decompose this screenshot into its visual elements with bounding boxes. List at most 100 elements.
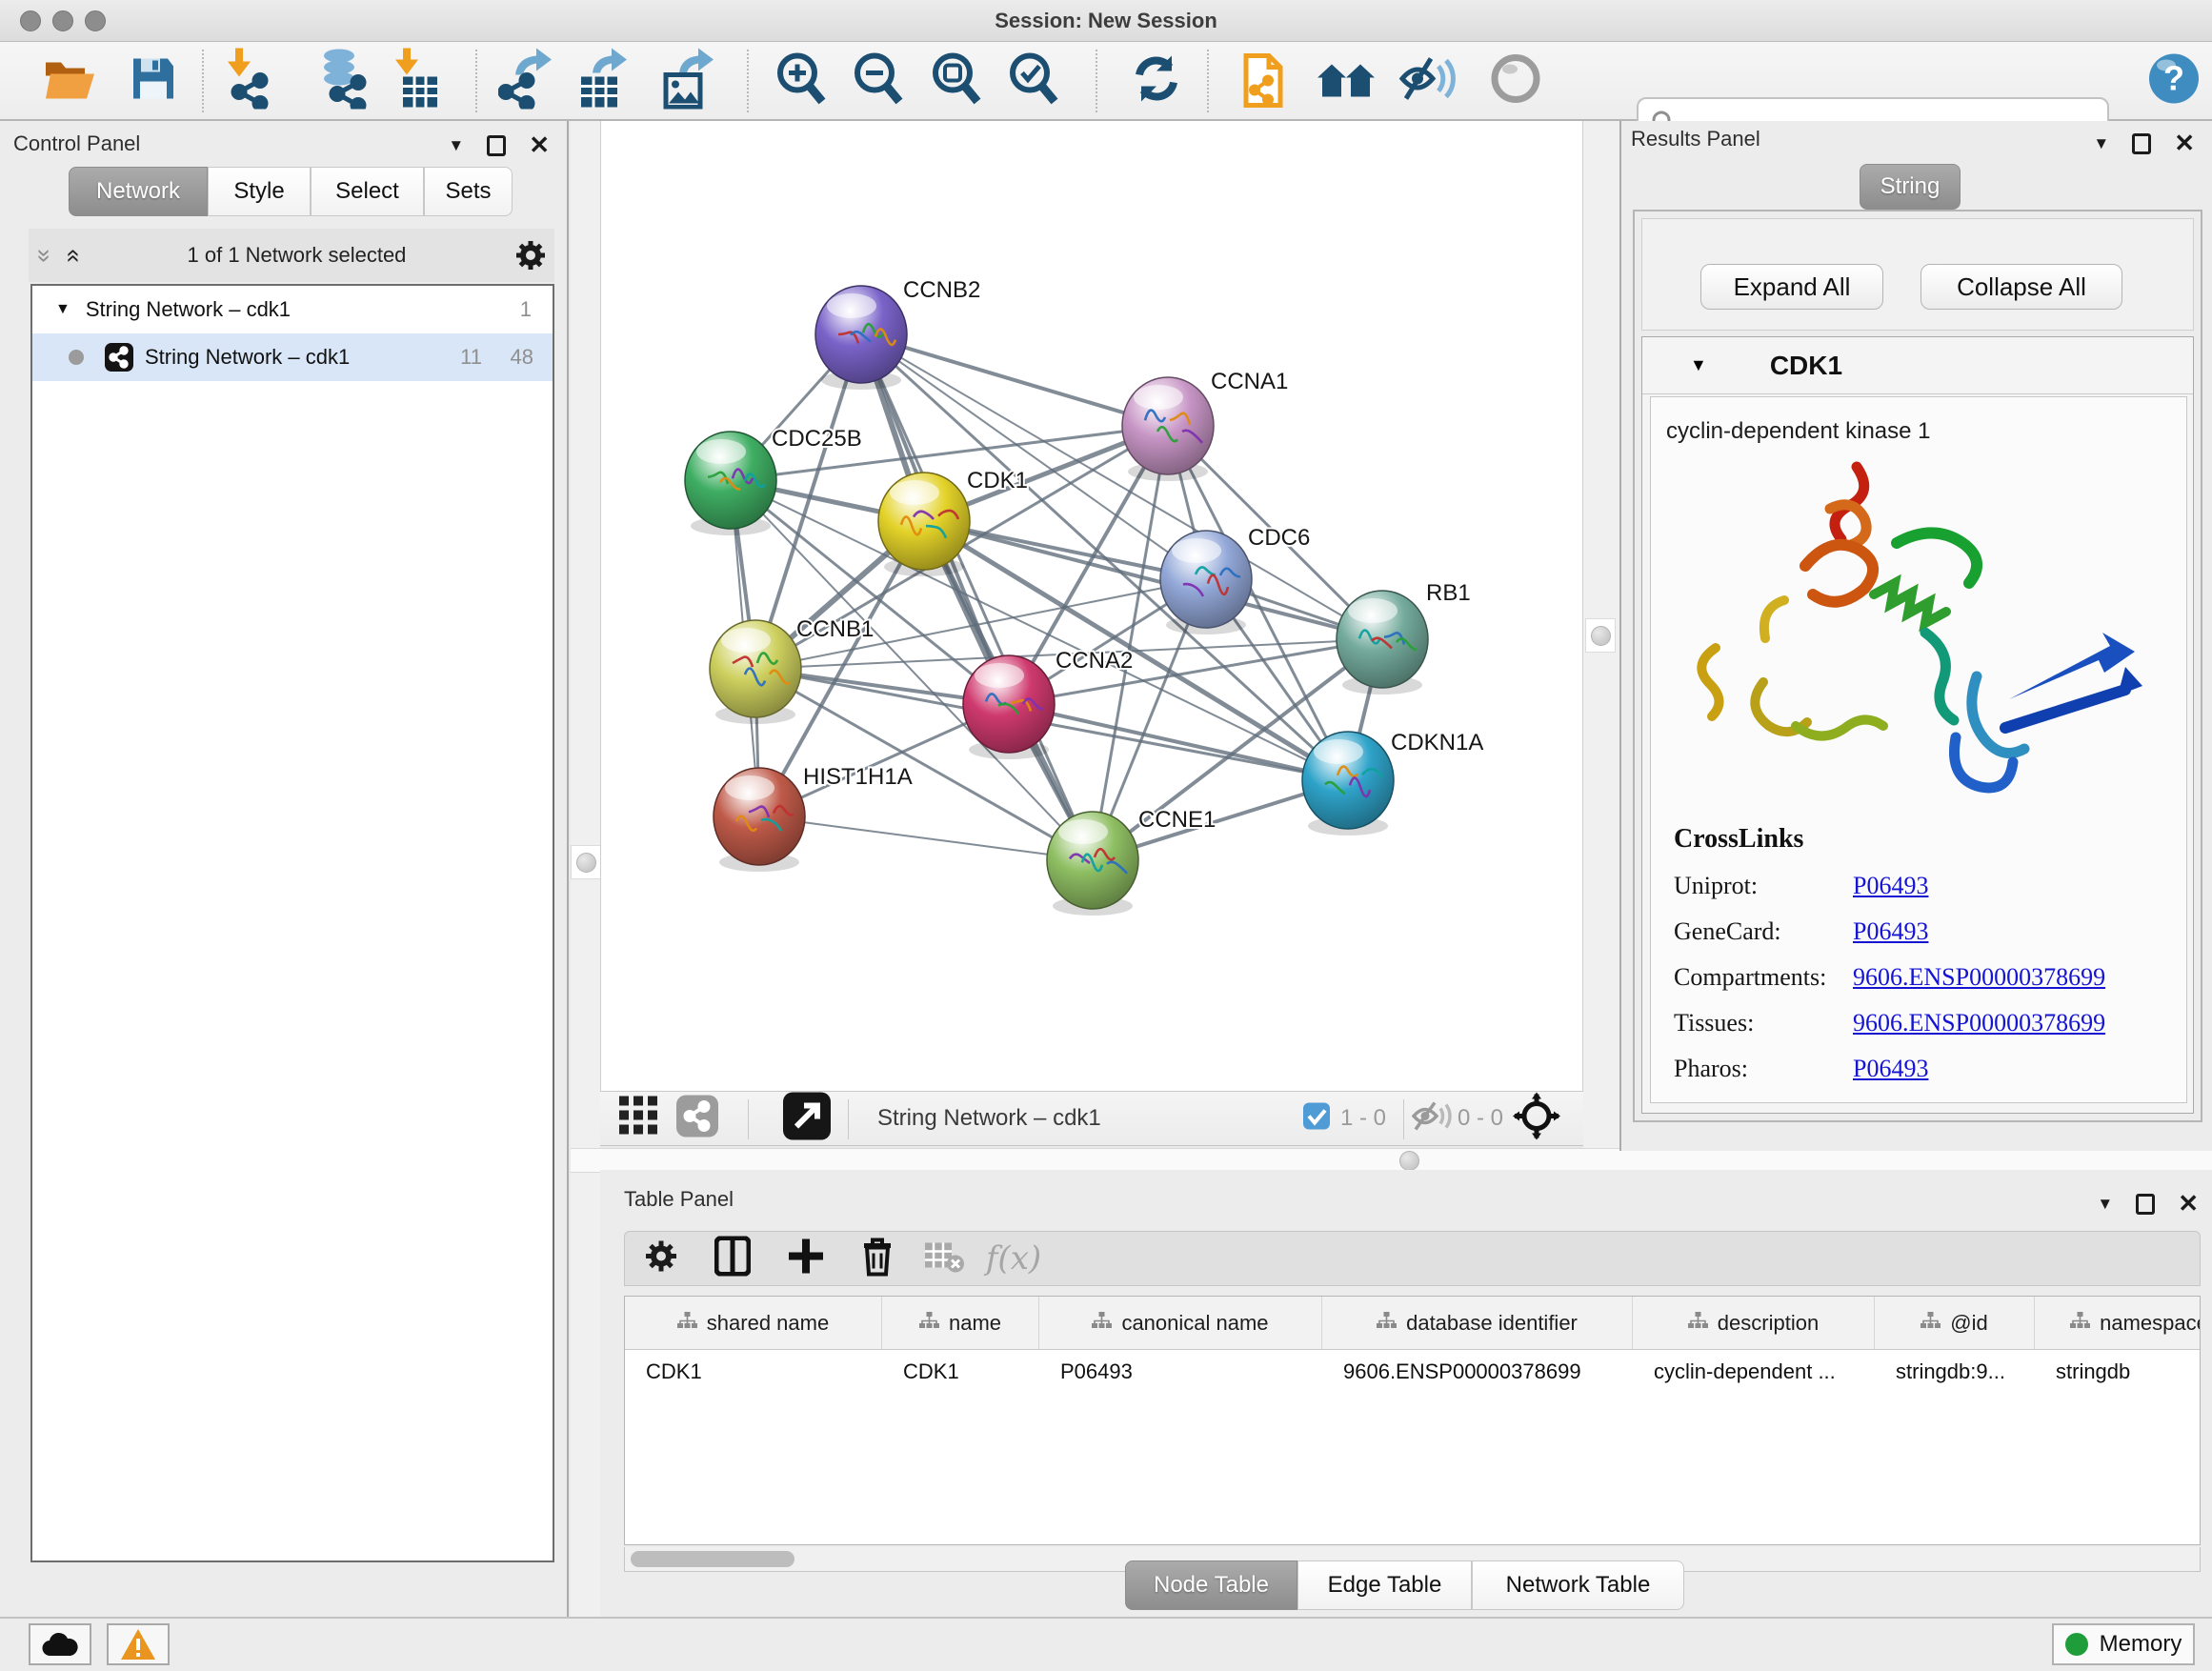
import-network-from-database-icon[interactable]: [312, 48, 372, 113]
table-cell[interactable]: P06493: [1039, 1350, 1322, 1394]
tab-string[interactable]: String: [1860, 164, 1961, 210]
network-edge[interactable]: [1009, 704, 1348, 780]
table-cell[interactable]: CDK1: [625, 1350, 882, 1394]
show-columns-icon[interactable]: [714, 1237, 751, 1281]
network-node-ccna2[interactable]: CCNA2: [963, 648, 1133, 759]
left-splitter-handle[interactable]: [571, 845, 601, 879]
hidden-eye-slash-icon[interactable]: [1412, 1099, 1452, 1138]
table-panel-collapse-icon[interactable]: ▼: [2097, 1195, 2113, 1214]
right-splitter-handle[interactable]: [1585, 618, 1616, 653]
show-hide-glass-icon[interactable]: [1398, 52, 1456, 109]
memory-button[interactable]: Memory: [2052, 1623, 2195, 1665]
open-in-new-window-icon[interactable]: [783, 1093, 831, 1145]
expand-all-networks-icon[interactable]: »: [57, 249, 87, 262]
right-splitter[interactable]: [1583, 121, 1619, 1151]
left-splitter[interactable]: [571, 121, 600, 1617]
network-node-ccnb2[interactable]: CCNB2: [815, 277, 980, 390]
network-edge[interactable]: [861, 334, 1168, 426]
tab-node-table[interactable]: Node Table: [1125, 1560, 1297, 1610]
save-session-icon[interactable]: [130, 54, 177, 107]
table-gear-icon[interactable]: [644, 1239, 678, 1278]
results-panel-float-icon[interactable]: [2132, 133, 2151, 154]
eye-sphere-icon[interactable]: [1490, 52, 1541, 109]
zoom-in-icon[interactable]: [773, 50, 830, 111]
export-table-icon[interactable]: [575, 48, 631, 113]
crosslink-link[interactable]: P06493: [1853, 1055, 1928, 1083]
table-panel-close-icon[interactable]: ✕: [2178, 1189, 2199, 1218]
import-table-icon[interactable]: [393, 48, 439, 113]
gene-section-header[interactable]: ▼ CDK1: [1642, 337, 2193, 394]
import-network-icon[interactable]: [222, 48, 275, 113]
results-panel-collapse-icon[interactable]: ▼: [2093, 134, 2109, 153]
tab-network[interactable]: Network: [69, 167, 208, 216]
table-scrollbar-thumb[interactable]: [631, 1551, 794, 1567]
export-network-icon[interactable]: [498, 48, 553, 113]
table-cell[interactable]: CDK1: [882, 1350, 1039, 1394]
help-icon[interactable]: ?: [2147, 51, 2201, 110]
table-cell[interactable]: stringdb: [2035, 1350, 2201, 1394]
birds-eye-view-icon[interactable]: [619, 1097, 659, 1141]
cloud-status-button[interactable]: [29, 1623, 91, 1665]
delete-column-icon[interactable]: [860, 1237, 895, 1281]
column-header-database-identifier[interactable]: database identifier: [1322, 1297, 1633, 1349]
network-collection-row[interactable]: ▼ String Network – cdk1 1: [32, 286, 553, 333]
bottom-splitter-handle[interactable]: [1399, 1151, 1419, 1171]
table-panel-float-icon[interactable]: [2136, 1194, 2155, 1215]
crosslink-link[interactable]: P06493: [1853, 872, 1928, 900]
zoom-selected-icon[interactable]: [1005, 50, 1062, 111]
column-header-name[interactable]: name: [882, 1297, 1039, 1349]
control-panel-close-icon[interactable]: ✕: [529, 131, 550, 160]
collapse-all-button[interactable]: Collapse All: [1920, 264, 2122, 310]
network-node-ccne1[interactable]: CCNE1: [1047, 807, 1216, 916]
control-panel-collapse-icon[interactable]: ▼: [448, 136, 464, 155]
column-header-description[interactable]: description: [1633, 1297, 1875, 1349]
zoom-out-icon[interactable]: [850, 50, 907, 111]
results-panel-close-icon[interactable]: ✕: [2174, 129, 2195, 158]
crosslink-link[interactable]: P06493: [1853, 917, 1928, 946]
delete-table-icon[interactable]: [923, 1239, 965, 1278]
table-cell[interactable]: cyclin-dependent ...: [1633, 1350, 1875, 1394]
function-builder-icon[interactable]: f(x): [986, 1239, 1041, 1278]
refresh-icon[interactable]: [1130, 51, 1183, 110]
network-options-gear-icon[interactable]: [514, 239, 547, 272]
zoom-fit-icon[interactable]: [928, 50, 985, 111]
string-document-icon[interactable]: [1237, 48, 1288, 113]
export-image-icon[interactable]: [660, 48, 715, 113]
gene-collapse-icon[interactable]: ▼: [1690, 355, 1707, 375]
string-home-icon[interactable]: [1316, 54, 1377, 107]
warning-status-button[interactable]: [107, 1623, 170, 1665]
collapse-all-networks-icon[interactable]: »: [30, 249, 60, 262]
network-node-cdc25b[interactable]: CDC25B: [685, 426, 862, 535]
table-cell[interactable]: stringdb:9...: [1875, 1350, 2035, 1394]
column-header--id[interactable]: @id: [1875, 1297, 2035, 1349]
tab-select[interactable]: Select: [311, 167, 424, 216]
network-edge[interactable]: [759, 816, 1093, 860]
add-column-icon[interactable]: [787, 1238, 825, 1280]
network-node-ccnb1[interactable]: CCNB1: [710, 616, 874, 724]
network-canvas[interactable]: CCNB2CCNA1CDC25BCDK1CDC6RB1CCNB1CCNA2CDK…: [600, 121, 1583, 1091]
crosslink-link[interactable]: 9606.ENSP00000378699: [1853, 1009, 2105, 1037]
open-session-icon[interactable]: [43, 54, 98, 107]
column-header-canonical-name[interactable]: canonical name: [1039, 1297, 1322, 1349]
tab-network-table[interactable]: Network Table: [1472, 1560, 1684, 1610]
selected-checkbox-icon[interactable]: [1303, 1103, 1330, 1135]
expand-all-button[interactable]: Expand All: [1700, 264, 1883, 310]
collection-expand-icon[interactable]: ▼: [55, 301, 70, 318]
network-row[interactable]: String Network – cdk1 11 48: [32, 333, 553, 381]
table-row[interactable]: CDK1CDK1P064939606.ENSP00000378699cyclin…: [625, 1350, 2201, 1394]
tab-style[interactable]: Style: [208, 167, 311, 216]
tab-sets[interactable]: Sets: [424, 167, 513, 216]
network-graph[interactable]: CCNB2CCNA1CDC25BCDK1CDC6RB1CCNB1CCNA2CDK…: [601, 121, 1584, 1091]
network-node-cdc6[interactable]: CDC6: [1160, 525, 1310, 634]
network-node-cdkn1a[interactable]: CDKN1A: [1302, 730, 1483, 836]
network-node-rb1[interactable]: RB1: [1337, 580, 1471, 695]
network-node-hist1h1a[interactable]: HIST1H1A: [714, 764, 913, 872]
control-panel-float-icon[interactable]: [487, 135, 506, 156]
column-header-shared-name[interactable]: shared name: [625, 1297, 882, 1349]
crosslink-link[interactable]: 9606.ENSP00000378699: [1853, 963, 2105, 992]
fit-selection-crosshair-icon[interactable]: [1513, 1093, 1560, 1145]
tab-edge-table[interactable]: Edge Table: [1297, 1560, 1472, 1610]
network-badge-icon[interactable]: [676, 1096, 718, 1142]
column-header-namespace[interactable]: namespace: [2035, 1297, 2201, 1349]
table-cell[interactable]: 9606.ENSP00000378699: [1322, 1350, 1633, 1394]
